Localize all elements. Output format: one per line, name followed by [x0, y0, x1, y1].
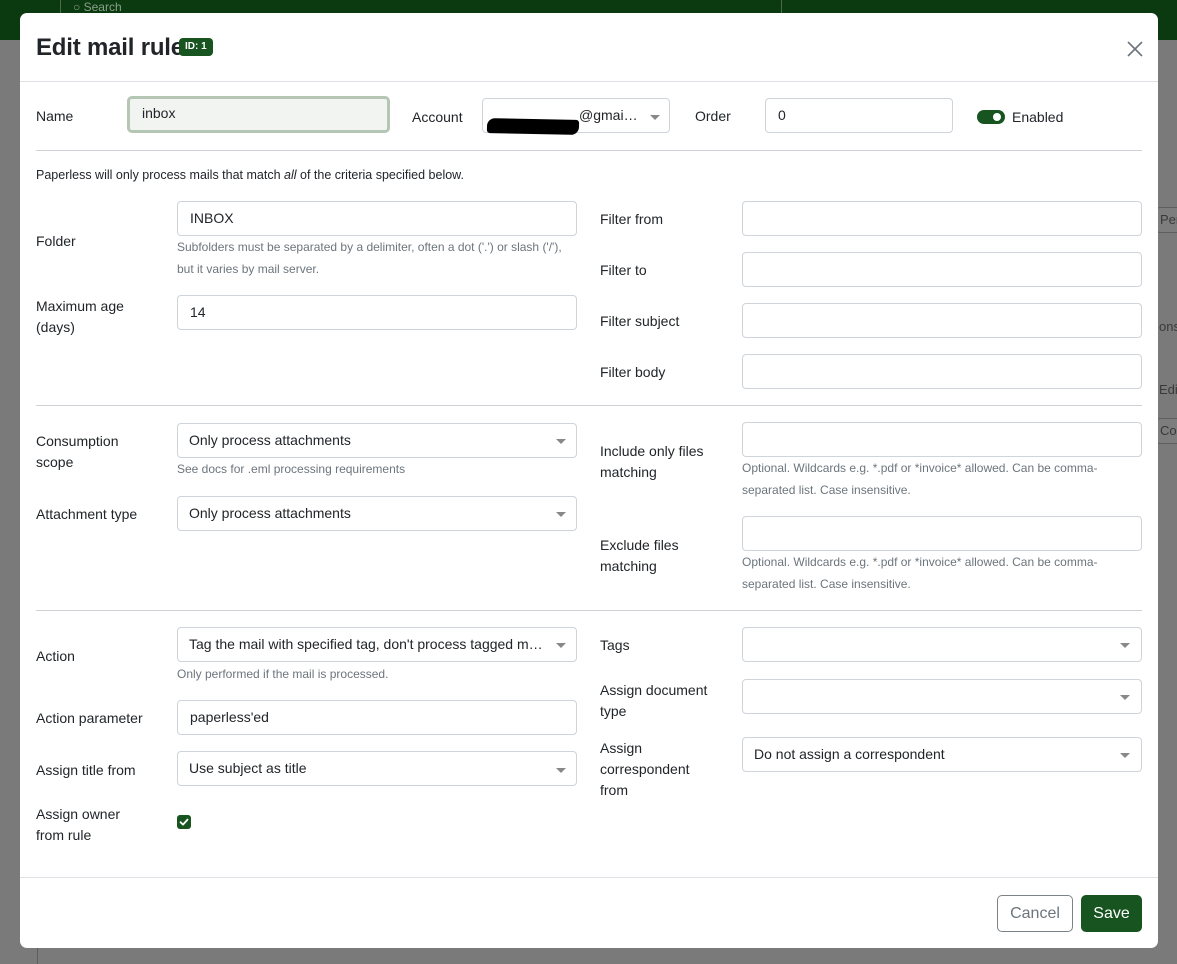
id-badge: ID: 1 [179, 38, 213, 56]
background-fragment-2: ons [1159, 319, 1177, 334]
chevron-down-icon [556, 439, 566, 444]
action-help: Only performed if the mail is processed. [177, 667, 389, 681]
background-search: ○ Search [60, 0, 782, 14]
chevron-down-icon [1120, 695, 1130, 700]
name-input[interactable]: inbox [127, 96, 390, 133]
name-label: Name [36, 108, 74, 124]
doc-type-label: Assign document type [600, 682, 708, 719]
save-button[interactable]: Save [1081, 895, 1142, 932]
background-fragment-4: Co [1157, 418, 1177, 444]
modal-header: Edit mail rule ID: 1 [20, 13, 1158, 82]
redaction-mark [486, 118, 580, 135]
filter-from-input[interactable] [742, 201, 1142, 236]
criteria-intro: Paperless will only process mails that m… [36, 165, 464, 186]
enabled-toggle[interactable] [977, 110, 1005, 124]
chevron-down-icon [556, 768, 566, 773]
close-button[interactable] [1123, 37, 1147, 61]
filter-from-label: Filter from [600, 211, 663, 227]
chevron-down-icon [650, 115, 660, 120]
include-files-label: Include only files matching [600, 443, 704, 480]
action-parameter-label: Action parameter [36, 710, 143, 726]
assign-owner-label: Assign owner from rule [36, 806, 121, 843]
divider-3 [36, 610, 1142, 611]
background-fragment-3: Edit [1159, 382, 1177, 397]
chevron-down-icon [1120, 753, 1130, 758]
correspondent-label: Assign correspondent from [600, 740, 690, 798]
assign-title-select[interactable]: Use subject as title [177, 751, 577, 786]
chevron-down-icon [556, 512, 566, 517]
action-select[interactable]: Tag the mail with specified tag, don't p… [177, 627, 577, 662]
assign-owner-checkbox[interactable] [177, 815, 191, 829]
divider-1 [36, 150, 1142, 151]
include-files-help: Optional. Wildcards e.g. *.pdf or *invoi… [742, 461, 1098, 497]
folder-label: Folder [36, 233, 76, 249]
order-label: Order [695, 108, 731, 124]
action-parameter-input[interactable]: paperless'ed [177, 700, 577, 735]
toggle-knob [993, 113, 1001, 121]
tags-select[interactable] [742, 627, 1142, 662]
chevron-down-icon [556, 643, 566, 648]
action-label: Action [36, 648, 75, 664]
background-fragment-1: Per [1157, 207, 1177, 233]
exclude-files-help: Optional. Wildcards e.g. *.pdf or *invoi… [742, 555, 1098, 591]
folder-help: Subfolders must be separated by a delimi… [177, 240, 562, 276]
modal-title: Edit mail rule [36, 34, 184, 61]
criteria-intro-prefix: Paperless will only process mails that m… [36, 168, 285, 182]
filter-subject-input[interactable] [742, 303, 1142, 338]
check-icon [179, 818, 189, 826]
consumption-scope-help: See docs for .eml processing requirement… [177, 462, 406, 476]
background-search-placeholder: Search [83, 0, 122, 14]
close-icon [1127, 41, 1143, 57]
filter-to-input[interactable] [742, 252, 1142, 287]
criteria-intro-emphasis: all [284, 168, 297, 182]
exclude-files-input[interactable] [742, 516, 1142, 551]
max-age-input[interactable]: 14 [177, 295, 577, 330]
exclude-files-label: Exclude files matching [600, 537, 679, 574]
filter-body-label: Filter body [600, 364, 666, 380]
max-age-label: Maximum age (days) [36, 298, 124, 335]
folder-input[interactable]: INBOX [177, 201, 577, 236]
include-files-input[interactable] [742, 422, 1142, 457]
criteria-intro-suffix: of the criteria specified below. [296, 168, 464, 182]
consumption-scope-label: Consumption scope [36, 433, 119, 470]
correspondent-select[interactable]: Do not assign a correspondent [742, 737, 1142, 772]
order-input[interactable]: 0 [765, 98, 953, 133]
filter-body-input[interactable] [742, 354, 1142, 389]
divider-2 [36, 405, 1142, 406]
edit-mail-rule-dialog: Edit mail rule ID: 1 Name inbox Account … [20, 13, 1158, 948]
filter-to-label: Filter to [600, 262, 647, 278]
doc-type-select[interactable] [742, 679, 1142, 714]
consumption-scope-select[interactable]: Only process attachments [177, 423, 577, 458]
attachment-type-select[interactable]: Only process attachments [177, 496, 577, 531]
enabled-label: Enabled [1012, 109, 1064, 125]
account-label: Account [412, 109, 463, 125]
chevron-down-icon [1120, 643, 1130, 648]
filter-subject-label: Filter subject [600, 313, 680, 329]
modal-footer: Cancel Save [20, 877, 1158, 948]
cancel-button[interactable]: Cancel [997, 895, 1073, 932]
assign-title-label: Assign title from [36, 762, 136, 778]
search-icon: ○ [73, 0, 81, 14]
tags-label: Tags [600, 637, 630, 653]
attachment-type-label: Attachment type [36, 506, 138, 522]
